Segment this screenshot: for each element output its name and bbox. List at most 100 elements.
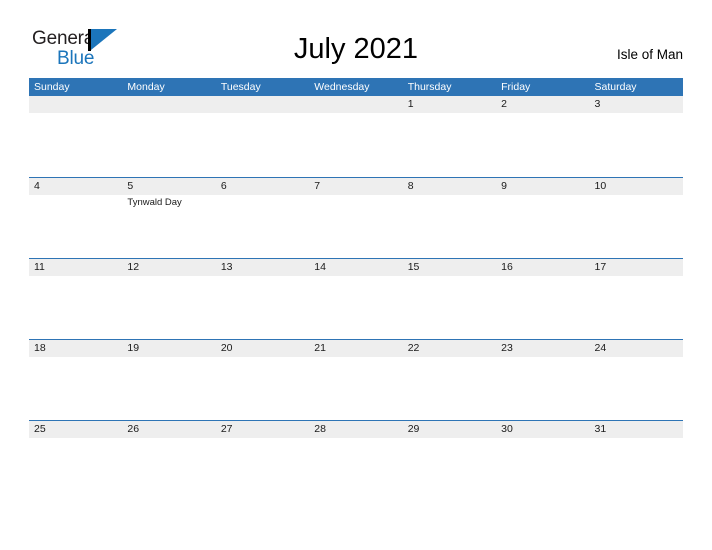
calendar-table: Sunday Monday Tuesday Wednesday Thursday… bbox=[29, 78, 683, 501]
day-event-label: Tynwald Day bbox=[127, 197, 182, 208]
calendar-day-cell[interactable]: 10 bbox=[589, 178, 683, 258]
day-number: 17 bbox=[594, 261, 607, 273]
calendar-day-cell[interactable]: 18 bbox=[29, 340, 123, 420]
calendar-day-cell[interactable]: 14 bbox=[309, 259, 403, 339]
calendar-day-cell[interactable]: 12 bbox=[122, 259, 216, 339]
calendar-day-cell[interactable]: 13 bbox=[215, 259, 310, 339]
calendar-week-row: 11 12 13 14 15 16 17 bbox=[29, 258, 683, 339]
day-number-band bbox=[122, 96, 216, 113]
calendar-day-cell[interactable]: 26 bbox=[122, 421, 216, 501]
day-number: 21 bbox=[314, 342, 326, 354]
day-number: 24 bbox=[594, 342, 607, 354]
calendar-day-cell[interactable]: 20 bbox=[215, 340, 310, 420]
weekday-header-sunday: Sunday bbox=[34, 81, 70, 93]
day-number: 12 bbox=[127, 261, 140, 273]
day-number: 4 bbox=[34, 180, 40, 192]
calendar-day-cell[interactable]: 1 bbox=[402, 96, 497, 176]
week-cells: 18 19 20 21 22 23 24 bbox=[29, 340, 683, 420]
calendar-day-cell[interactable]: 29 bbox=[402, 421, 497, 501]
day-number: 25 bbox=[34, 423, 46, 435]
day-number: 30 bbox=[501, 423, 513, 435]
weekday-header-wednesday: Wednesday bbox=[314, 81, 370, 93]
day-number: 29 bbox=[407, 423, 420, 435]
day-number: 27 bbox=[220, 423, 233, 435]
calendar-day-cell-empty bbox=[29, 96, 123, 176]
weekday-header-thursday: Thursday bbox=[407, 81, 452, 93]
calendar-day-cell[interactable]: 21 bbox=[309, 340, 403, 420]
calendar-day-cell[interactable]: 5 Tynwald Day bbox=[122, 178, 216, 258]
day-number: 15 bbox=[407, 261, 420, 273]
weekday-header-saturday: Saturday bbox=[594, 81, 637, 93]
day-number-band bbox=[122, 178, 216, 195]
day-number-band bbox=[402, 178, 497, 195]
calendar-day-cell[interactable]: 23 bbox=[496, 340, 590, 420]
calendar-week-row: 25 26 27 28 29 30 31 bbox=[29, 420, 683, 501]
calendar-day-cell[interactable]: 3 bbox=[589, 96, 683, 176]
day-number: 1 bbox=[407, 98, 414, 110]
day-number: 5 bbox=[127, 180, 134, 192]
calendar-week-row: 18 19 20 21 22 23 24 bbox=[29, 339, 683, 420]
day-number: 18 bbox=[34, 342, 46, 354]
calendar-day-cell[interactable]: 15 bbox=[402, 259, 497, 339]
day-events: Tynwald Day bbox=[127, 196, 212, 209]
day-number: 13 bbox=[220, 261, 233, 273]
day-number-band bbox=[215, 178, 310, 195]
day-number-band bbox=[29, 178, 123, 195]
day-number: 10 bbox=[594, 180, 607, 192]
week-cells: 11 12 13 14 15 16 17 bbox=[29, 259, 683, 339]
day-number-band bbox=[215, 96, 310, 113]
calendar-day-cell[interactable]: 2 bbox=[496, 96, 590, 176]
calendar-day-cell[interactable]: 4 bbox=[29, 178, 123, 258]
day-number: 28 bbox=[314, 423, 326, 435]
day-number: 6 bbox=[220, 180, 227, 192]
week-cells: 1 2 3 bbox=[29, 96, 683, 176]
calendar-day-cell[interactable]: 7 bbox=[309, 178, 403, 258]
calendar-day-cell[interactable]: 11 bbox=[29, 259, 123, 339]
calendar-day-cell[interactable]: 19 bbox=[122, 340, 216, 420]
calendar-week-row: 4 5 Tynwald Day 6 7 8 9 10 bbox=[29, 177, 683, 258]
day-number: 20 bbox=[220, 342, 233, 354]
day-number-band bbox=[402, 96, 497, 113]
day-number: 23 bbox=[501, 342, 513, 354]
day-number-band bbox=[589, 96, 683, 113]
calendar-day-cell[interactable]: 28 bbox=[309, 421, 403, 501]
calendar-day-cell[interactable]: 25 bbox=[29, 421, 123, 501]
day-number-band bbox=[496, 96, 590, 113]
calendar-day-cell[interactable]: 24 bbox=[589, 340, 683, 420]
calendar-day-cell[interactable]: 30 bbox=[496, 421, 590, 501]
week-cells: 25 26 27 28 29 30 31 bbox=[29, 421, 683, 501]
weekday-header-monday: Monday bbox=[127, 81, 165, 93]
calendar-day-cell[interactable]: 8 bbox=[402, 178, 497, 258]
calendar-week-row: 1 2 3 bbox=[29, 96, 683, 177]
day-number-band bbox=[29, 96, 123, 113]
day-number: 8 bbox=[407, 180, 414, 192]
day-number: 31 bbox=[594, 423, 607, 435]
day-number: 19 bbox=[127, 342, 140, 354]
day-number-band bbox=[309, 96, 403, 113]
weekday-header-row: Sunday Monday Tuesday Wednesday Thursday… bbox=[29, 78, 683, 96]
day-number: 14 bbox=[314, 261, 326, 273]
calendar-weeks: 1 2 3 4 5 Tynwald Day 6 7 8 9 10 11 12 13 14 15 16 17 18 19… bbox=[29, 96, 683, 501]
page-header: General Blue July 2021 Isle of Man bbox=[0, 0, 712, 78]
calendar-day-cell[interactable]: 31 bbox=[589, 421, 683, 501]
calendar-day-cell[interactable]: 22 bbox=[402, 340, 497, 420]
week-cells: 4 5 Tynwald Day 6 7 8 9 10 bbox=[29, 178, 683, 258]
day-number-band bbox=[309, 178, 403, 195]
day-number: 22 bbox=[407, 342, 420, 354]
calendar-day-cell[interactable]: 27 bbox=[215, 421, 310, 501]
calendar-day-cell[interactable]: 16 bbox=[496, 259, 590, 339]
calendar-day-cell-empty bbox=[309, 96, 403, 176]
calendar-day-cell-empty bbox=[215, 96, 310, 176]
day-number-band bbox=[496, 178, 590, 195]
calendar-day-cell[interactable]: 6 bbox=[215, 178, 310, 258]
page-title: July 2021 bbox=[293, 33, 419, 65]
calendar-day-cell[interactable]: 9 bbox=[496, 178, 590, 258]
day-number: 11 bbox=[34, 261, 45, 273]
calendar-day-cell[interactable]: 17 bbox=[589, 259, 683, 339]
weekday-header-tuesday: Tuesday bbox=[220, 81, 261, 93]
day-number: 3 bbox=[594, 98, 601, 110]
day-number: 26 bbox=[127, 423, 140, 435]
weekday-header-friday: Friday bbox=[501, 81, 531, 93]
day-number: 9 bbox=[501, 180, 507, 192]
calendar-day-cell-empty bbox=[122, 96, 216, 176]
